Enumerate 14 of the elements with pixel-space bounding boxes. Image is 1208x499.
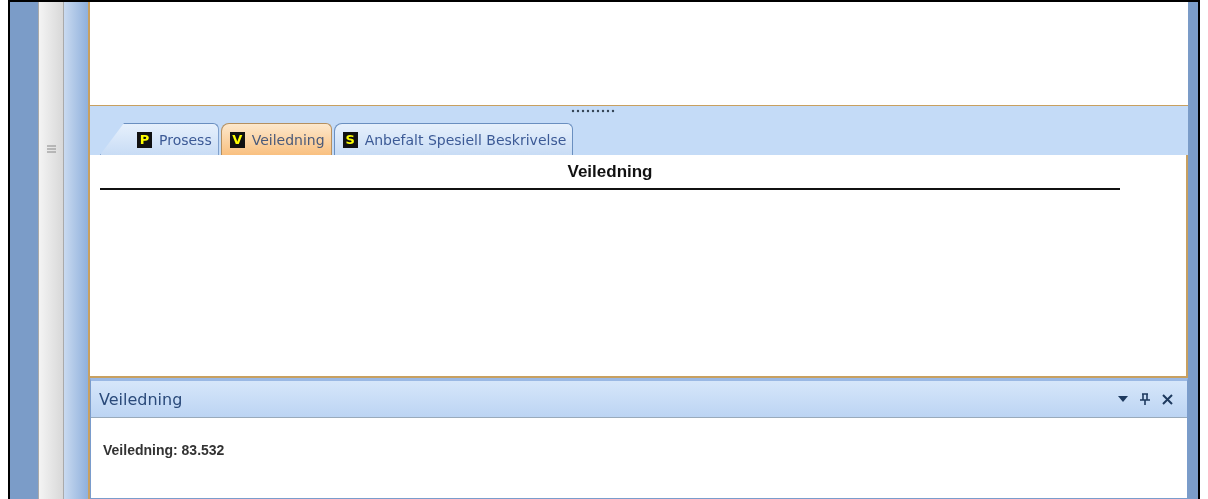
tab-letter-icon: V [229,131,245,148]
grip-icon [46,145,56,154]
tab[interactable]: P Prosess [100,123,219,155]
panel-text: Veiledning: 83.532 [103,442,225,458]
panel-title: Veiledning [99,389,184,409]
scroll-bar[interactable] [38,2,64,499]
tab[interactable]: V Veiledning [220,123,332,155]
close-icon[interactable] [1162,393,1173,405]
dropdown-icon[interactable] [1118,396,1128,402]
pin-icon[interactable] [1140,393,1150,405]
tab-letter-icon: P [137,131,152,148]
tab-letter-icon: S [342,131,358,148]
document-heading: Veiledning [566,162,654,182]
tab[interactable]: S Anbefalt Spesiell Beskrivelse [333,123,574,155]
